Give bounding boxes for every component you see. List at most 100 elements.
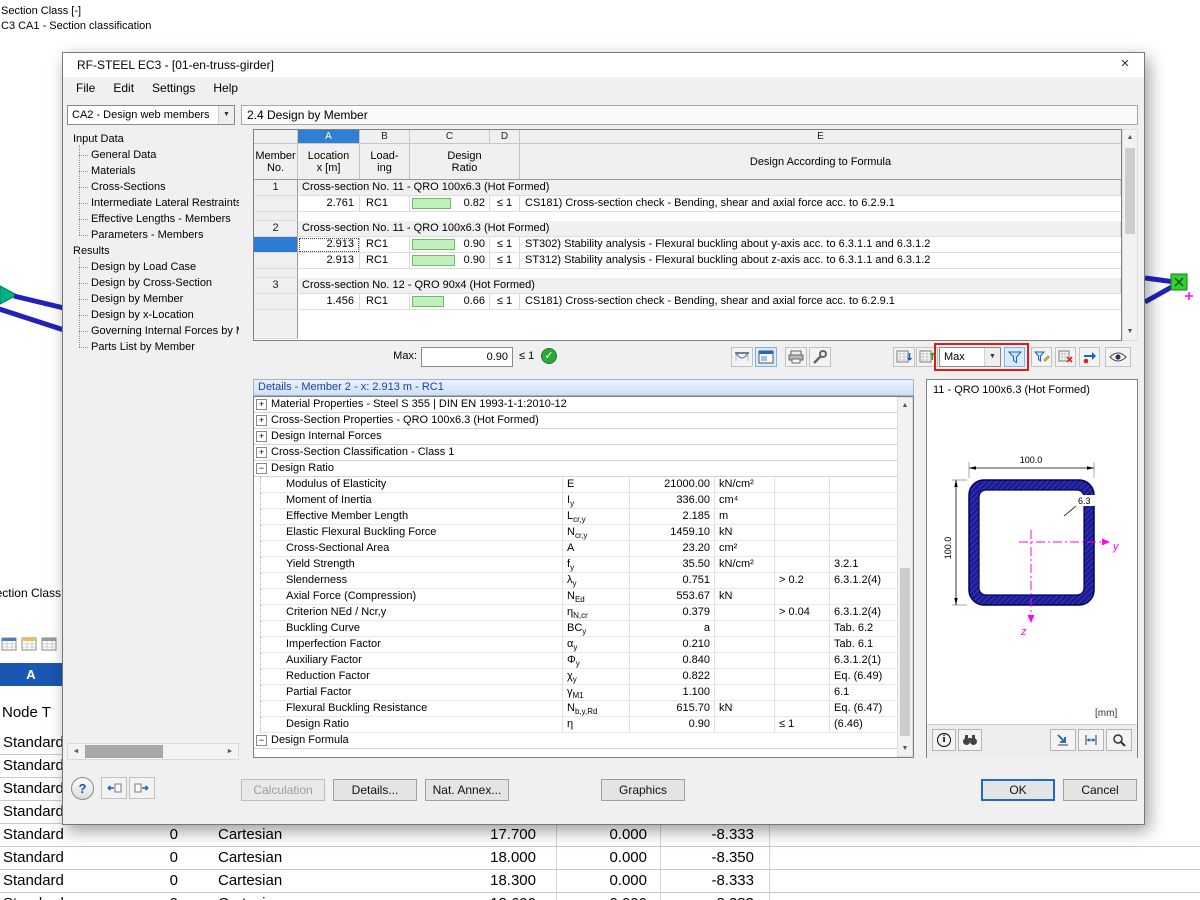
member-cell[interactable] [254,310,298,339]
menu-item[interactable]: Edit [104,77,143,99]
result-row[interactable] [254,212,1121,221]
expander[interactable]: − [254,461,268,476]
table-row[interactable]: Standard [0,755,62,778]
tree-item[interactable]: Design by Load Case [67,259,239,275]
chevron-down-icon[interactable]: ▼ [218,106,234,124]
member-cell[interactable]: 2 [254,221,298,237]
details-row[interactable]: Elastic Flexural Buckling Force Ncr,y 14… [254,525,897,541]
tree-item[interactable]: Results [67,243,239,259]
details-row[interactable]: Criterion NEd / Ncr,y ηN,cr 0.379 > 0.04… [254,605,897,621]
member-cell[interactable]: 3 [254,278,298,294]
details-row[interactable]: Partial Factor γM1 1.100 6.1 [254,685,897,701]
col-header-loading[interactable]: Load- ing [360,144,410,179]
expander[interactable] [260,605,268,621]
details-row[interactable]: − Design Formula [254,733,897,749]
ratio-cell[interactable]: 0.82 [410,196,490,212]
loading-cell[interactable]: RC1 [360,237,410,253]
expander[interactable] [260,573,268,589]
menu-item[interactable]: Help [204,77,247,99]
ratio-cell[interactable]: 0.90 [410,237,490,253]
details-row[interactable]: + Cross-Section Properties - QRO 100x6.3… [254,413,897,429]
result-row[interactable]: 2.913 RC1 0.90 ≤ 1 ST312) Stability anal… [254,253,1121,269]
fit-view-button[interactable] [1050,729,1076,751]
filter-button[interactable] [1004,347,1025,367]
calculation-button[interactable]: Calculation [241,779,325,801]
col-letter-e[interactable]: E [520,130,1121,143]
sort-ascending-button[interactable] [916,347,938,367]
table-row[interactable]: Standard 0 Cartesian 18.000 0.000 -8.350 [0,847,1200,870]
location-cell[interactable]: 2.913 [298,237,360,253]
help-button[interactable]: ? [71,777,94,800]
loading-cell[interactable]: RC1 [360,196,410,212]
loading-cell[interactable]: RC1 [360,294,410,310]
result-diagram-button[interactable] [731,347,753,367]
cancel-button[interactable]: Cancel [1063,779,1137,801]
expander[interactable] [260,701,268,717]
result-row[interactable]: 2.913 RC1 0.90 ≤ 1 ST302) Stability anal… [254,237,1121,253]
result-row[interactable] [254,310,1121,339]
member-cell[interactable] [254,269,298,278]
member-cell[interactable] [254,196,298,212]
col-letter-a[interactable]: A [298,130,360,143]
ok-button[interactable]: OK [981,779,1055,801]
chevron-down-icon[interactable]: ▼ [984,348,1000,366]
cross-section-group-cell[interactable]: Cross-section No. 11 - QRO 100x6.3 (Hot … [298,221,1121,237]
dimension-lines-button[interactable] [1078,729,1104,751]
delete-rows-button[interactable] [1055,347,1076,367]
tree-item[interactable]: Parts List by Member [67,339,239,355]
col-letter-b[interactable]: B [360,130,410,143]
details-row[interactable]: Slenderness λy 0.751 > 0.2 6.3.1.2(4) [254,573,897,589]
tree-item[interactable]: Materials [67,163,239,179]
member-cell[interactable] [254,294,298,310]
result-row[interactable]: 3 Cross-section No. 12 - QRO 90x4 (Hot F… [254,278,1121,294]
col-letter-blank[interactable] [254,130,298,143]
location-cell[interactable]: 1.456 [298,294,360,310]
expander[interactable]: − [254,733,268,748]
location-cell[interactable]: 2.913 [298,253,360,269]
details-row[interactable]: Auxiliary Factor Φy 0.840 6.3.1.2(1) [254,653,897,669]
expander[interactable] [260,541,268,557]
table-row[interactable]: Standard 0 Cartesian 17.700 0.000 -8.333 [0,824,1200,847]
scroll-up-icon[interactable]: ▲ [898,398,912,414]
details-row[interactable]: Modulus of Elasticity E 21000.00 kN/cm² [254,477,897,493]
details-row[interactable]: Buckling Curve BCy a Tab. 6.2 [254,621,897,637]
menu-item[interactable]: Settings [143,77,204,99]
expander[interactable]: + [254,413,268,428]
col-header-location[interactable]: Location x [m] [298,144,360,179]
expander[interactable] [260,493,268,509]
bg-table-tab-a[interactable]: A [0,663,62,686]
export-button[interactable] [1079,347,1100,367]
cross-section-group-cell[interactable]: Cross-section No. 12 - QRO 90x4 (Hot For… [298,278,1121,294]
details-row[interactable]: − Design Ratio [254,461,897,477]
details-row[interactable]: Axial Force (Compression) NEd 553.67 kN [254,589,897,605]
tree-item[interactable]: Governing Internal Forces by M [67,323,239,339]
result-row[interactable]: 2 Cross-section No. 11 - QRO 100x6.3 (Ho… [254,221,1121,237]
nat-annex-button[interactable]: Nat. Annex... [425,779,509,801]
tree-item[interactable]: Effective Lengths - Members [67,211,239,227]
details-row[interactable]: Design Ratio η 0.90 ≤ 1 (6.46) [254,717,897,733]
tree-horizontal-scrollbar[interactable]: ◄ ► [67,743,239,760]
formula-cell[interactable]: ST312) Stability analysis - Flexural buc… [520,253,1121,269]
details-row[interactable]: Reduction Factor χy 0.822 Eq. (6.49) [254,669,897,685]
details-row[interactable]: + Material Properties - Steel S 355 | DI… [254,397,897,413]
bg-toolbar-icon-3[interactable] [41,637,57,656]
details-row[interactable]: Imperfection Factor αy 0.210 Tab. 6.1 [254,637,897,653]
details-row[interactable]: Moment of Inertia Iy 336.00 cm⁴ [254,493,897,509]
col-letter-d[interactable]: D [490,130,520,143]
scrollbar-thumb[interactable] [900,568,910,736]
expander[interactable]: + [254,445,268,460]
bg-toolbar-icon-1[interactable] [1,637,17,656]
tree-item[interactable]: Input Data [67,131,239,147]
expander[interactable] [260,589,268,605]
edit-filter-button[interactable] [1031,347,1052,367]
table-row[interactable]: Standard 0 Cartesian 18.300 0.000 -8.333 [0,870,1200,893]
details-row[interactable]: Effective Member Length Lcr,y 2.185 m [254,509,897,525]
expander[interactable] [260,525,268,541]
expander[interactable] [260,621,268,637]
expander[interactable] [260,669,268,685]
cross-section-group-cell[interactable]: Cross-section No. 11 - QRO 100x6.3 (Hot … [298,180,1121,196]
tree-item[interactable]: Design by Member [67,291,239,307]
next-table-button[interactable] [129,777,155,799]
table-row[interactable]: Standard [0,778,62,801]
tree-item[interactable]: Design by x-Location [67,307,239,323]
